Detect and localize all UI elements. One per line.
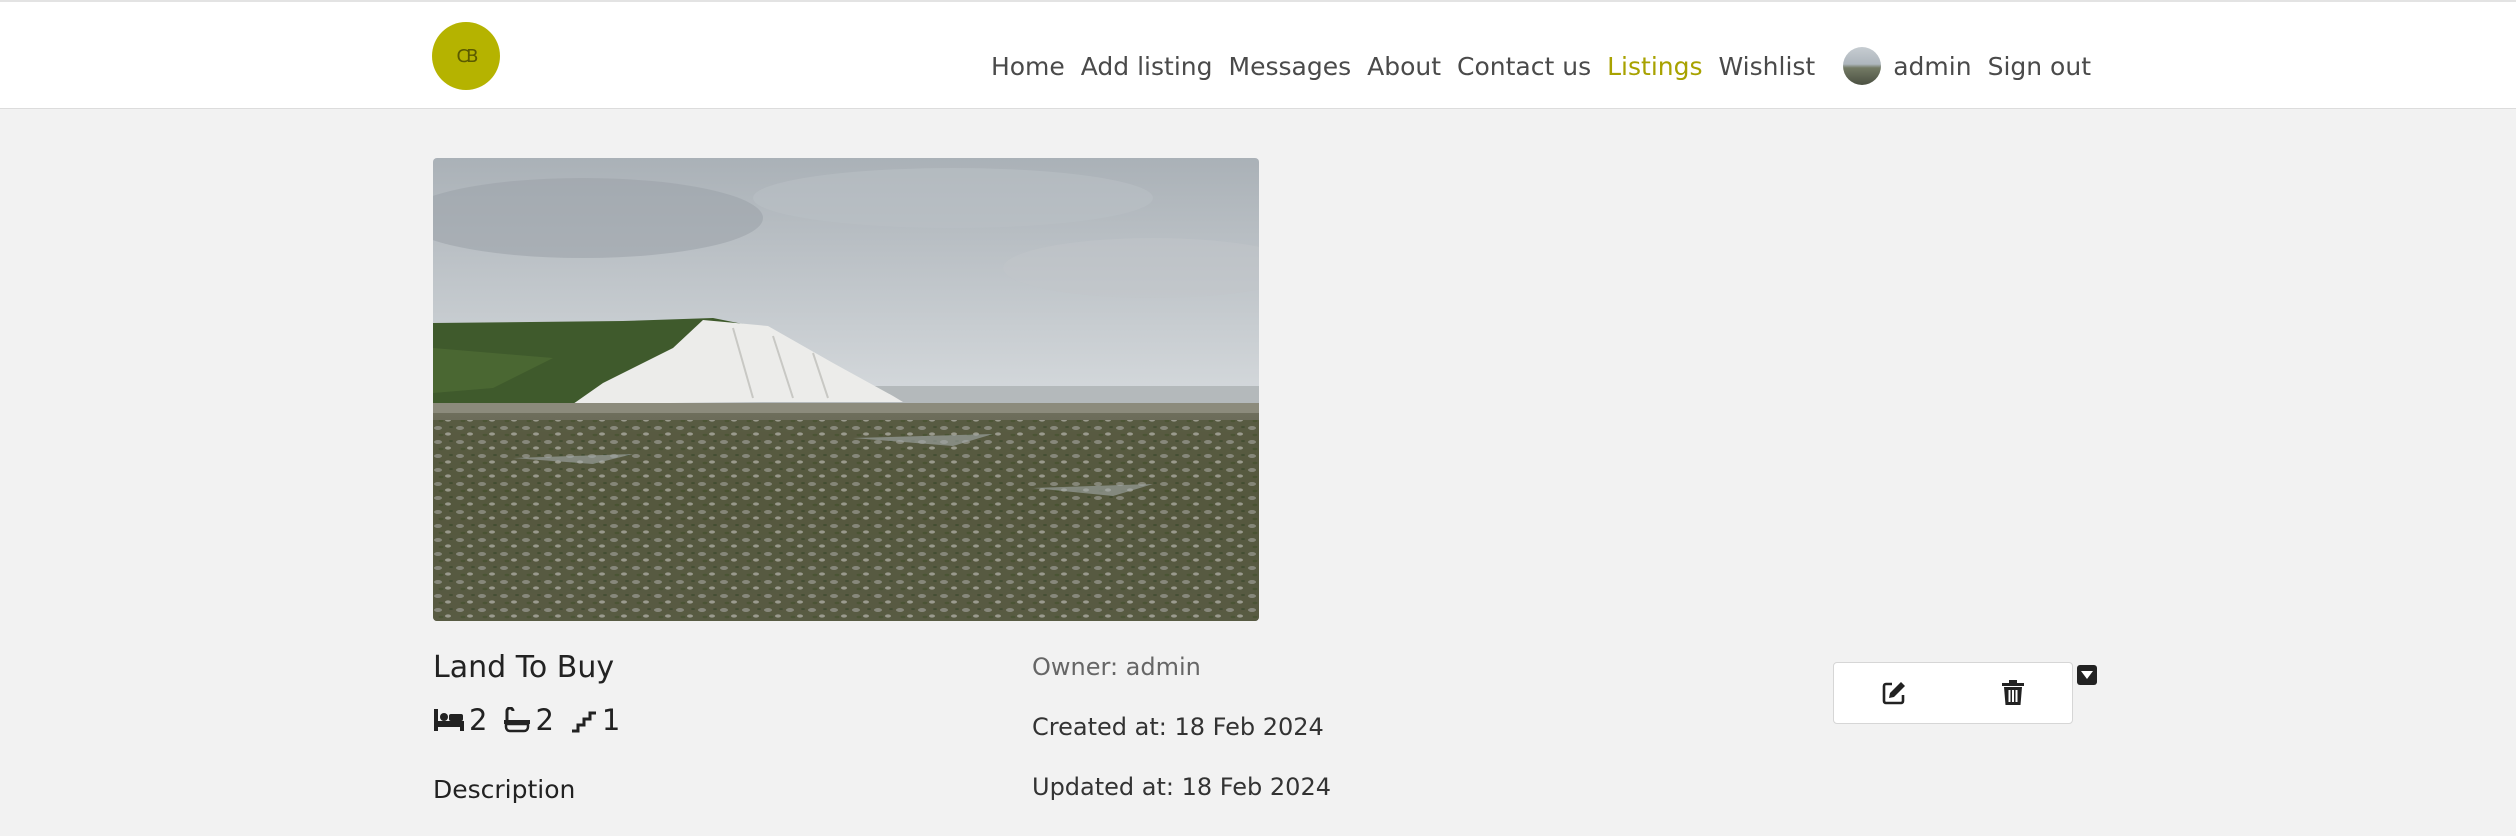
listing-dropdown-toggle[interactable]	[2077, 665, 2097, 685]
listing-photo	[433, 158, 1259, 621]
bathrooms-count: 2	[535, 703, 554, 737]
listing-image	[433, 158, 1259, 621]
listing-owner: Owner: admin	[1032, 653, 1201, 681]
listing-actions	[1833, 662, 2073, 724]
nav-sign-out[interactable]: Sign out	[1988, 52, 2091, 81]
nav-about[interactable]: About	[1367, 52, 1441, 81]
nav-user[interactable]: admin	[1843, 47, 1972, 85]
floors: 1	[570, 703, 620, 737]
bed-icon	[434, 709, 464, 731]
site-logo[interactable]: CB	[432, 22, 500, 90]
caret-down-icon	[2081, 671, 2093, 679]
bath-icon	[504, 707, 531, 733]
edit-icon	[1882, 682, 1905, 705]
edit-button[interactable]	[1874, 673, 1914, 713]
bathrooms: 2	[503, 703, 554, 737]
listing-updated-at: Updated at: 18 Feb 2024	[1032, 773, 1331, 801]
nav-add-listing[interactable]: Add listing	[1081, 52, 1213, 81]
nav-wishlist[interactable]: Wishlist	[1719, 52, 1816, 81]
listing-title: Land To Buy	[433, 650, 615, 685]
bedrooms: 2	[433, 703, 487, 737]
nav-listings[interactable]: Listings	[1607, 52, 1702, 81]
bedrooms-count: 2	[469, 703, 488, 737]
navbar: CB Home Add listing Messages About Conta…	[0, 0, 2516, 109]
logo-monogram: CB	[456, 45, 479, 67]
nav-username[interactable]: admin	[1893, 52, 1971, 81]
floors-count: 1	[601, 703, 621, 737]
stairs-icon	[571, 711, 596, 733]
description-heading: Description	[433, 775, 576, 804]
nav-contact-us[interactable]: Contact us	[1457, 52, 1591, 81]
nav-links: Home Add listing Messages About Contact …	[991, 47, 2091, 85]
listing-created-at: Created at: 18 Feb 2024	[1032, 713, 1324, 741]
trash-icon	[2001, 680, 2024, 705]
nav-messages[interactable]: Messages	[1229, 52, 1352, 81]
listing-features: 2 2 1	[433, 702, 620, 738]
delete-button[interactable]	[1993, 673, 2033, 713]
nav-home[interactable]: Home	[991, 52, 1065, 81]
avatar	[1843, 47, 1882, 85]
